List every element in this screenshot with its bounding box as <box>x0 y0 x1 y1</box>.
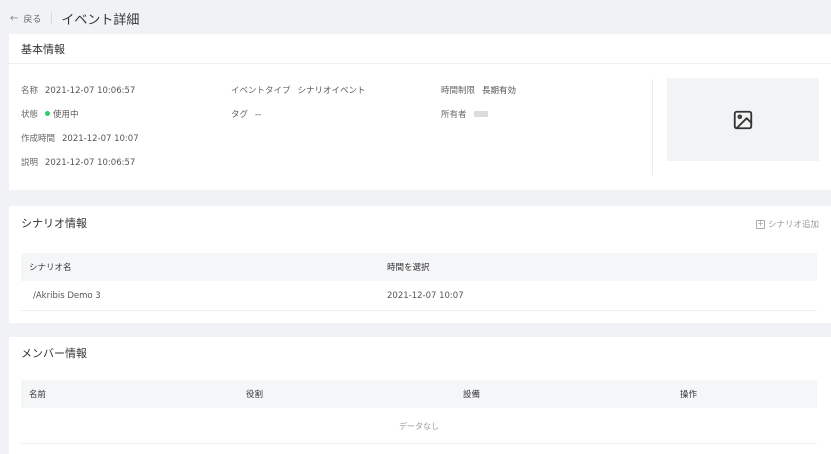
scenario-table-header: シナリオ名 時間を選択 <box>21 253 817 281</box>
status-dot-icon <box>45 111 51 116</box>
info-description: 説明 2021-12-07 10:06:57 <box>21 156 135 168</box>
column-select-time: 時間を選択 <box>387 263 430 273</box>
column-scenario-name: シナリオ名 <box>29 263 72 273</box>
event-type-label: イベントタイプ <box>231 86 291 96</box>
table-row[interactable]: /Akribis Demo 3 2021-12-07 10:07 <box>21 281 817 311</box>
time-limit-value: 長期有効 <box>482 86 517 96</box>
time-limit-label: 時間制限 <box>441 86 476 96</box>
tag-value: -- <box>255 110 262 120</box>
scenario-time-cell: 2021-12-07 10:07 <box>387 290 464 301</box>
scenario-name-cell: /Akribis Demo 3 <box>33 290 101 301</box>
image-placeholder[interactable] <box>667 78 819 161</box>
header-divider <box>51 12 53 24</box>
member-info-card: メンバー情報 名前 役割 設備 操作 データなし <box>9 337 831 454</box>
scenario-info-title: シナリオ情報 <box>21 217 87 230</box>
plus-square-icon: + <box>755 219 765 229</box>
column-actions: 操作 <box>680 390 698 400</box>
basic-info-title: 基本情報 <box>9 34 831 64</box>
add-scenario-label: シナリオ追加 <box>767 220 819 230</box>
description-value: 2021-12-07 10:06:57 <box>45 158 136 168</box>
info-tag: タグ -- <box>231 108 261 120</box>
tag-label: タグ <box>231 110 249 120</box>
column-role: 役割 <box>246 390 264 400</box>
info-event-type: イベントタイプ シナリオイベント <box>231 84 366 96</box>
arrow-left-icon: ← <box>10 12 19 24</box>
owner-redacted-value <box>473 111 488 117</box>
scenario-table: シナリオ名 時間を選択 /Akribis Demo 3 2021-12-07 1… <box>21 253 817 311</box>
column-name: 名前 <box>29 390 47 400</box>
name-label: 名称 <box>21 86 39 96</box>
page-title: イベント詳細 <box>61 12 140 28</box>
owner-label: 所有者 <box>441 110 467 120</box>
empty-state: データなし <box>21 409 817 444</box>
info-owner: 所有者 <box>441 108 488 120</box>
info-status: 状態 使用中 <box>21 108 79 120</box>
member-info-title: メンバー情報 <box>21 347 87 360</box>
vertical-divider <box>652 79 653 175</box>
basic-info-card: 基本情報 名称 2021-12-07 10:06:57 状態 使用中 作成時間 202… <box>9 34 831 190</box>
created-value: 2021-12-07 10:07 <box>62 134 139 144</box>
info-time-limit: 時間制限 長期有効 <box>441 84 516 96</box>
member-table-header: 名前 役割 設備 操作 <box>21 380 817 408</box>
status-value: 使用中 <box>53 110 79 120</box>
name-value: 2021-12-07 10:06:57 <box>45 86 136 96</box>
description-label: 説明 <box>21 158 39 168</box>
back-button[interactable]: ← 戻る <box>10 12 41 25</box>
created-label: 作成時間 <box>21 134 56 144</box>
top-bar: ← 戻る イベント詳細 <box>0 0 831 36</box>
column-equipment: 設備 <box>463 390 481 400</box>
info-name: 名称 2021-12-07 10:06:57 <box>21 84 135 96</box>
event-type-value: シナリオイベント <box>297 86 366 96</box>
back-label: 戻る <box>23 14 42 25</box>
scenario-info-card: シナリオ情報 + シナリオ追加 シナリオ名 時間を選択 /Akribis Dem… <box>9 206 831 323</box>
member-table: 名前 役割 設備 操作 <box>21 380 817 408</box>
info-created: 作成時間 2021-12-07 10:07 <box>21 132 139 144</box>
status-label: 状態 <box>21 110 39 120</box>
add-scenario-button[interactable]: + シナリオ追加 <box>755 218 819 230</box>
image-icon <box>733 110 753 129</box>
